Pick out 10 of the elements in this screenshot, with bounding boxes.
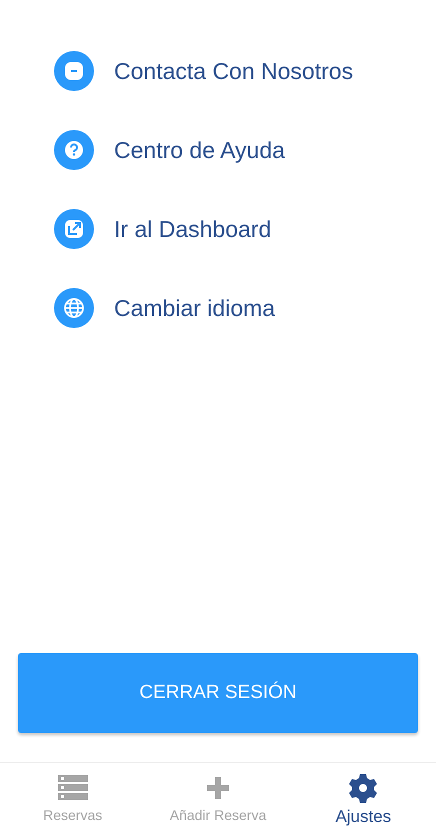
menu-item[interactable]: Centro de Ayuda [54,130,436,170]
menu-item[interactable]: Cambiar idioma [54,288,436,328]
help-icon [54,130,94,170]
tab[interactable]: Ajustes [290,763,436,837]
menu-item[interactable]: Contacta Con Nosotros [54,51,436,91]
globe-icon [54,288,94,328]
external-link-icon [54,209,94,249]
chat-icon [54,51,94,91]
menu-item[interactable]: Ir al Dashboard [54,209,436,249]
settings-icon [347,772,380,804]
